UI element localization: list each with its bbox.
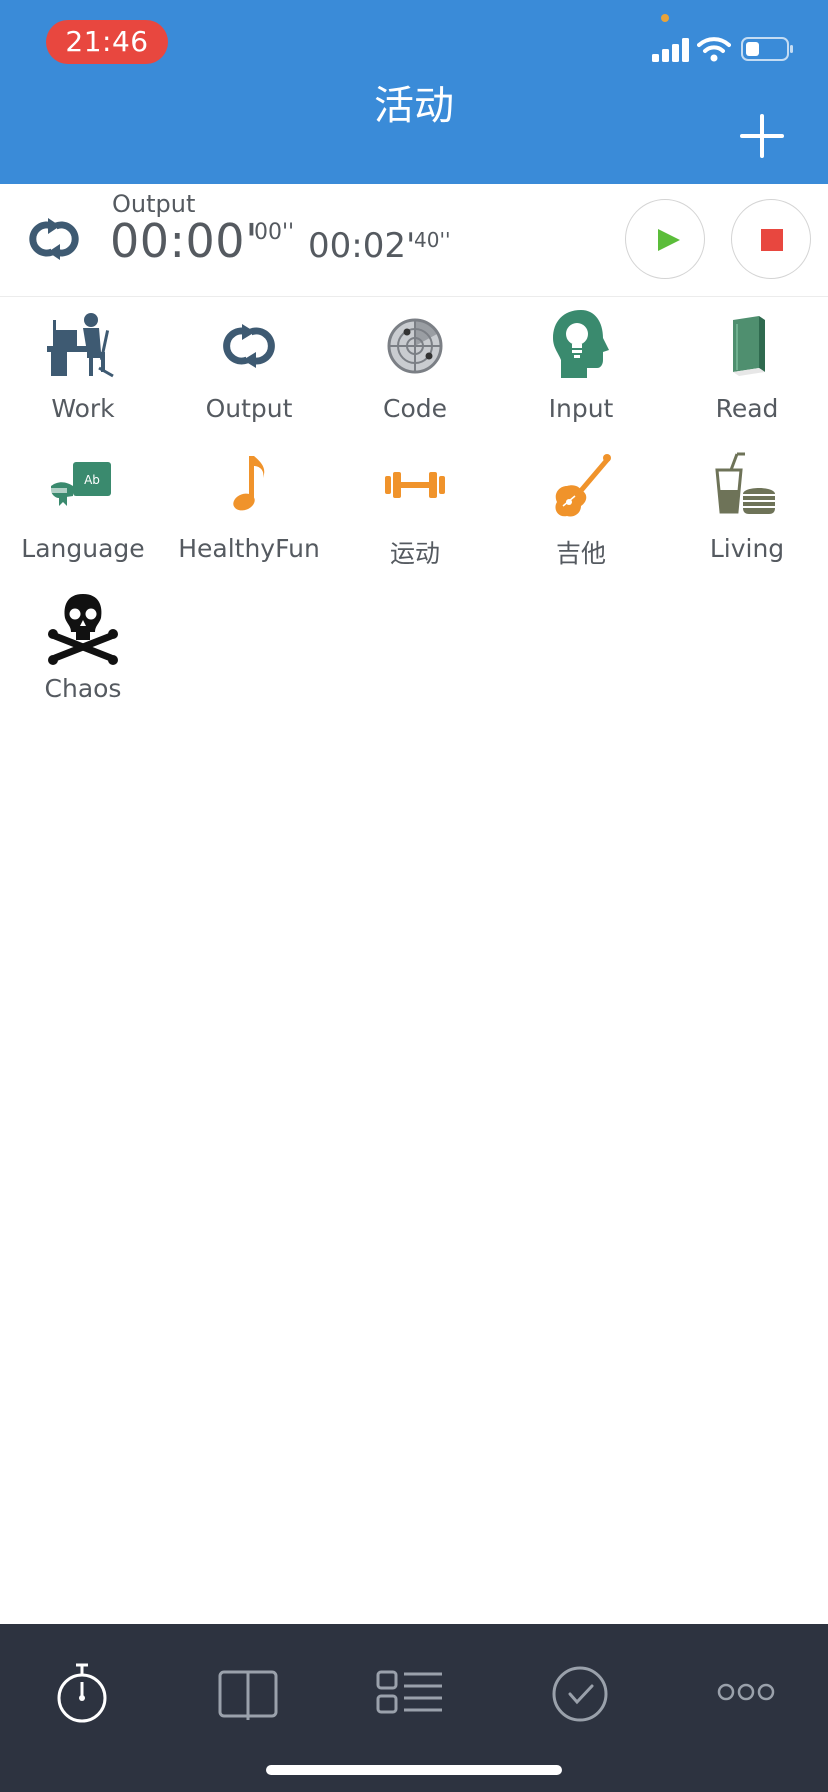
cycle-icon [29, 218, 79, 260]
activity-chaos[interactable]: Chaos [0, 576, 166, 716]
more-icon[interactable] [706, 1654, 786, 1734]
signal-icon [652, 38, 689, 62]
battery-icon [741, 37, 793, 61]
timer-total-elapsed: 00:02' [308, 226, 416, 266]
timer-total-seconds: 40'' [414, 228, 451, 252]
activity-label: Living [709, 534, 785, 563]
activity-label: Code [382, 394, 447, 423]
music-note-icon [233, 456, 265, 511]
stop-icon [761, 229, 783, 251]
activity-label: Chaos [44, 674, 122, 703]
activity-living[interactable]: Living [664, 436, 828, 576]
activity-label: Work [51, 394, 115, 423]
timer-current-elapsed: 00:00' [110, 214, 259, 268]
activity-work[interactable]: Work [0, 296, 166, 436]
current-timer-panel: Output 00:00' 00'' 00:02' 40'' [0, 184, 828, 297]
activity-label: 运动 [389, 539, 440, 568]
activity-label: 吉他 [555, 539, 606, 568]
activity-input[interactable]: Input [498, 296, 664, 436]
checkmark-circle-icon[interactable] [540, 1654, 620, 1734]
activity-code[interactable]: Code [332, 296, 498, 436]
drink-burger-icon [715, 452, 775, 514]
home-indicator[interactable] [266, 1765, 562, 1775]
activity-output[interactable]: Output [166, 296, 332, 436]
activity-language[interactable]: Ab Language [0, 436, 166, 576]
activity-label: HealthyFun [178, 534, 320, 563]
status-time: 21:46 [46, 20, 168, 64]
violin-icon [555, 454, 611, 517]
skull-crossbones-icon [48, 594, 118, 665]
cycle-icon [223, 324, 275, 368]
timer-current-seconds: 00'' [254, 220, 295, 245]
head-lightbulb-icon [553, 310, 609, 378]
add-activity-button[interactable] [738, 112, 786, 160]
book-icon [733, 316, 765, 376]
privacy-indicator-dot [661, 14, 669, 22]
wifi-icon [697, 37, 731, 62]
activity-label: Read [715, 394, 779, 423]
activity-label: Input [548, 394, 614, 423]
activity-exercise[interactable]: 运动 [332, 436, 498, 576]
play-button[interactable] [625, 199, 705, 279]
activity-healthyfun[interactable]: HealthyFun [166, 436, 332, 576]
dumbbell-icon [385, 472, 445, 498]
activity-label: Output [205, 394, 293, 423]
list-icon[interactable] [374, 1654, 454, 1734]
radar-icon [387, 318, 443, 374]
language-book-icon: Ab [51, 462, 111, 506]
stopwatch-icon[interactable] [42, 1654, 122, 1734]
page-title: 活动 [374, 83, 454, 129]
stop-button[interactable] [731, 199, 811, 279]
svg-text:Ab: Ab [84, 473, 100, 487]
activity-label: Language [21, 534, 145, 563]
open-book-icon[interactable] [208, 1654, 288, 1734]
person-at-desk-icon [47, 313, 114, 378]
play-icon [658, 229, 680, 251]
header-bar: 21:46 活动 [0, 0, 828, 184]
activity-guitar[interactable]: 吉他 [498, 436, 664, 576]
activity-read[interactable]: Read [664, 296, 828, 436]
